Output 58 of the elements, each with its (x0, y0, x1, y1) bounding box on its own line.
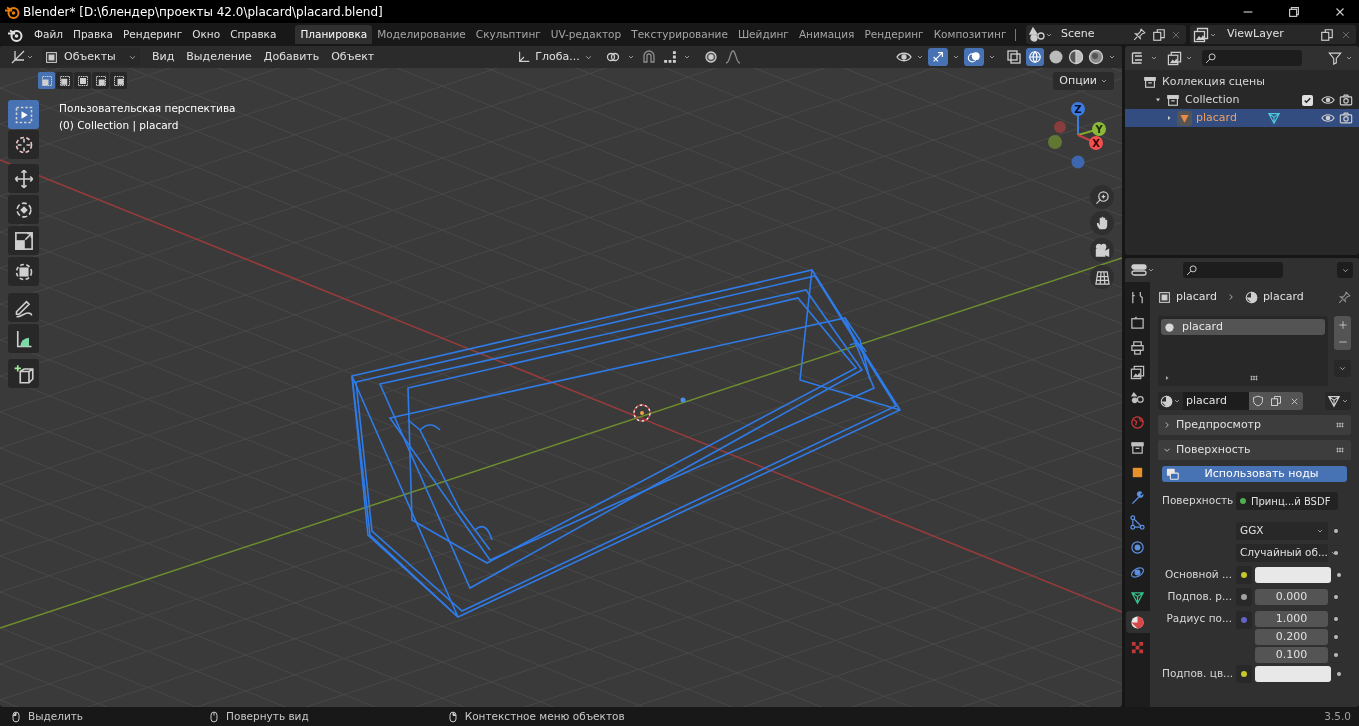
workspace-tab[interactable]: Анимация (793, 25, 860, 44)
status-hint: Повернуть вид (226, 708, 309, 724)
workspace-tab[interactable]: UV-редактор (545, 25, 627, 44)
outliner-row[interactable]: Collection (1125, 91, 1359, 109)
number-field[interactable]: 0.100 (1255, 647, 1328, 663)
menu-item[interactable]: Справка (225, 26, 282, 43)
options-dropdown[interactable]: Опции (1053, 72, 1114, 90)
scene-name[interactable]: Scene (1061, 26, 1133, 43)
shader-field[interactable]: Принц...й BSDF (1236, 492, 1338, 510)
status-hint: Выделить (28, 708, 84, 724)
property-label: Основной ... (1164, 567, 1233, 583)
x-axis-label: X (1092, 138, 1100, 149)
breadcrumb-item: placard (1176, 288, 1217, 305)
workspace-tab[interactable]: Моделирование (372, 25, 471, 44)
scene-selector[interactable]: Scene (1026, 25, 1186, 44)
outliner-label: Коллекция сцены (1162, 73, 1265, 90)
version-label: 3.5.0 (1324, 708, 1351, 724)
property-label: Подпов. цв... (1162, 666, 1235, 682)
menu-item[interactable]: Вид (146, 48, 181, 66)
outliner-row[interactable]: placard (1125, 109, 1359, 127)
number-field[interactable]: 0.000 (1255, 589, 1328, 605)
menu-item[interactable]: Рендеринг (118, 26, 188, 43)
outliner-row[interactable]: Коллекция сцены (1125, 73, 1359, 91)
number-field[interactable]: 1.000 (1255, 611, 1328, 627)
menu-item[interactable]: Файл (29, 26, 68, 43)
breadcrumb-item: placard (1262, 288, 1304, 305)
window-title: Blender* [D:\блендер\проекты 42.0\placard\placard.blend] (23, 3, 383, 21)
material-name-field[interactable]: placard (1183, 392, 1249, 410)
panel-header[interactable]: Предпросмотр (1158, 415, 1351, 435)
outliner-label: Collection (1185, 91, 1240, 108)
view-layer-selector[interactable]: ViewLayer (1190, 25, 1356, 44)
property-label: Подпов. р... (1166, 589, 1233, 605)
view-name: Пользовательская перспектива (59, 101, 236, 116)
use-nodes-button[interactable]: Использовать ноды (1162, 466, 1347, 482)
property-label: Радиус по... (1165, 611, 1233, 626)
context-text: (0) Collection | placard (59, 118, 179, 134)
view-layer-name[interactable]: ViewLayer (1227, 26, 1320, 43)
mode-dropdown[interactable]: Объекты (42, 48, 140, 66)
y-axis-label: Y (1095, 124, 1103, 135)
workspace-tab[interactable]: Композитинг (928, 25, 1012, 44)
material-slot[interactable]: placard (1161, 319, 1325, 335)
menu-item[interactable]: Окно (187, 26, 226, 43)
menu-item[interactable]: Выделение (180, 48, 258, 66)
outliner-label: placard (1196, 109, 1237, 126)
orientation-dropdown[interactable]: Глоба... (515, 48, 595, 66)
status-hint: Контекстное меню объектов (464, 708, 625, 724)
property-label: Поверхность (1162, 493, 1235, 509)
workspace-tab[interactable]: Скульптинг (470, 25, 546, 44)
menu-item[interactable]: Объект (325, 48, 381, 66)
menu-item[interactable]: Правка (68, 26, 118, 43)
workspace-tab[interactable]: Шейдинг (732, 25, 794, 44)
workspace-tab[interactable]: Рендеринг (859, 25, 929, 44)
workspace-tab[interactable]: Текстурирование (626, 25, 733, 44)
z-axis-label: Z (1074, 104, 1082, 115)
number-field[interactable]: 0.200 (1255, 629, 1328, 645)
workspace-tab[interactable]: Планировка (295, 25, 373, 44)
dropdown[interactable]: GGX (1236, 522, 1328, 540)
menu-item[interactable]: Добавить (257, 48, 326, 66)
